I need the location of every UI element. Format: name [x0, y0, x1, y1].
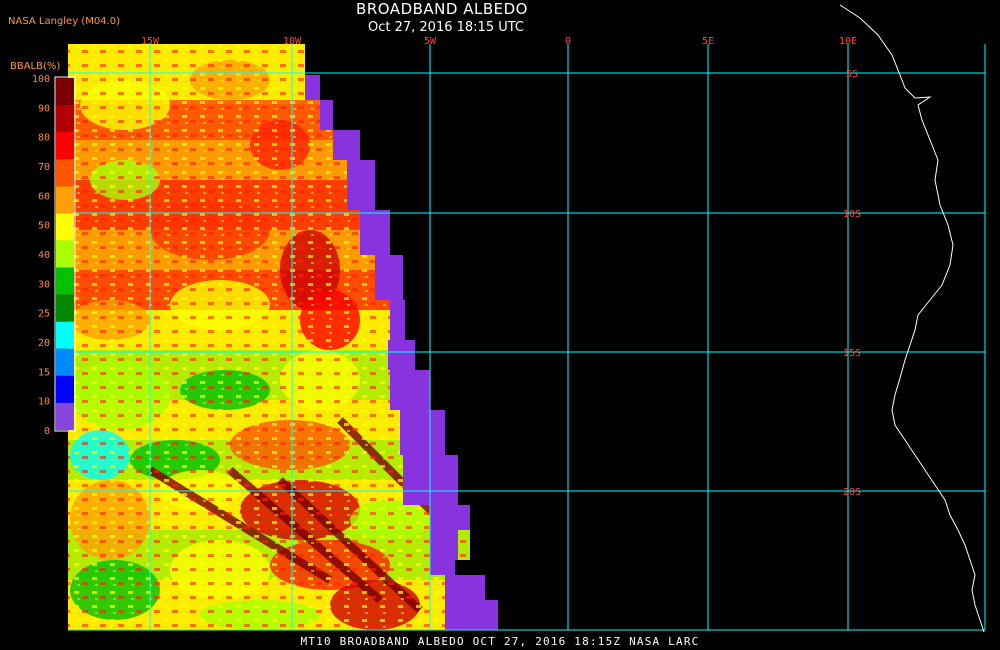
color-legend: 10090807060504030252015100 — [32, 74, 76, 437]
legend-tick-label: 100 — [32, 74, 50, 85]
legend-tick-label: 70 — [38, 162, 50, 173]
footer-caption: MT10 BROADBAND ALBEDO OCT 27, 2016 18:15… — [300, 635, 700, 648]
legend-swatch — [56, 321, 74, 349]
longitude-label: 5W — [424, 36, 437, 47]
legend-tick-label: 20 — [38, 338, 50, 349]
legend-tick-label: 15 — [38, 367, 50, 378]
legend-tick-label: 80 — [38, 133, 50, 144]
latitude-label: 10S — [843, 209, 861, 220]
legend-swatch — [56, 186, 74, 214]
legend-swatch — [56, 159, 74, 187]
longitude-label: 15W — [141, 36, 160, 47]
longitude-label: 0 — [565, 36, 571, 47]
legend-swatch — [56, 294, 74, 322]
albedo-map: 15W 10W 5W 0 5E 10E5S10S15S20S 10090807060504… — [32, 4, 986, 633]
legend-swatch — [56, 267, 74, 295]
legend-swatch — [56, 213, 74, 241]
latitude-label: 5S — [846, 69, 858, 80]
legend-tick-label: 90 — [38, 103, 50, 114]
longitude-label: 5E — [702, 36, 714, 47]
latitude-label: 15S — [843, 348, 861, 359]
coastline — [839, 4, 985, 633]
legend-swatch — [56, 105, 74, 133]
legend-swatch — [56, 78, 74, 106]
legend-title: BBALB(%) — [10, 61, 61, 72]
legend-tick-label: 10 — [38, 397, 50, 408]
legend-tick-label: 25 — [38, 309, 50, 320]
longitude-label: 10E — [839, 36, 857, 47]
legend-swatch — [56, 240, 74, 268]
legend-swatch — [56, 402, 74, 430]
legend-tick-label: 0 — [44, 426, 50, 437]
longitude-label: 10W — [283, 36, 302, 47]
legend-tick-label: 40 — [38, 250, 50, 261]
map-datetime: Oct 27, 2016 18:15 UTC — [368, 20, 524, 35]
legend-tick-label: 50 — [38, 221, 50, 232]
map-title: BROADBAND ALBEDO — [356, 0, 528, 18]
source-label: NASA Langley (M04.0) — [8, 16, 120, 27]
africa-coastline — [839, 4, 985, 633]
legend-tick-label: 60 — [38, 191, 50, 202]
satellite-image-viewer: 15W 10W 5W 0 5E 10E 5S 10S 15S 20S 100 90 80 70 60 50 4… — [0, 0, 1000, 650]
legend-swatch — [56, 375, 74, 403]
legend-swatch — [56, 348, 74, 376]
legend-tick-label: 30 — [38, 279, 50, 290]
legend-swatch — [56, 132, 74, 160]
latitude-label: 20S — [843, 487, 861, 498]
